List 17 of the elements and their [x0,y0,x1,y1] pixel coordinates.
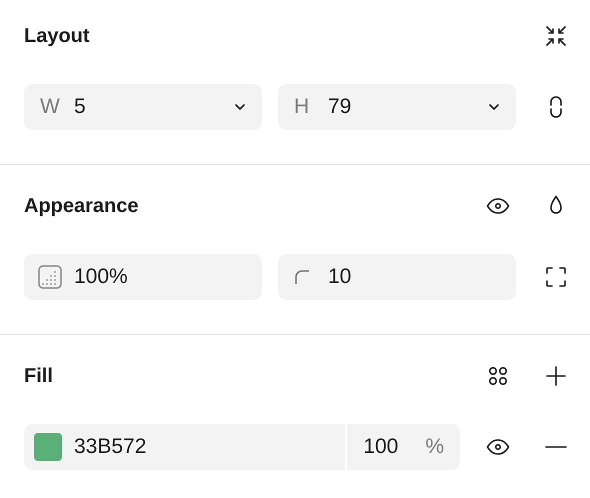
opacity-field[interactable]: 100% [24,254,262,300]
corners-icon[interactable] [544,265,568,289]
chevron-down-icon[interactable] [488,103,500,111]
dimension-field[interactable]: H 79 [278,84,516,130]
chevron-down-icon[interactable] [234,103,246,111]
collapse-arrows-icon[interactable] [544,24,568,48]
color-swatch[interactable] [34,433,62,461]
section-title: Fill [24,364,54,388]
fill-field[interactable]: 33B572 100 % [24,424,460,470]
corner-radius-field[interactable]: 10 [278,254,516,300]
add-icon[interactable] [544,364,568,388]
section-title: Layout [24,24,91,48]
dimension-field[interactable]: W 5 [24,84,262,130]
styles-grid-icon[interactable] [486,364,510,388]
opacity-icon [38,265,62,289]
section-title: Appearance [24,194,140,218]
corner-radius-icon [294,269,310,285]
